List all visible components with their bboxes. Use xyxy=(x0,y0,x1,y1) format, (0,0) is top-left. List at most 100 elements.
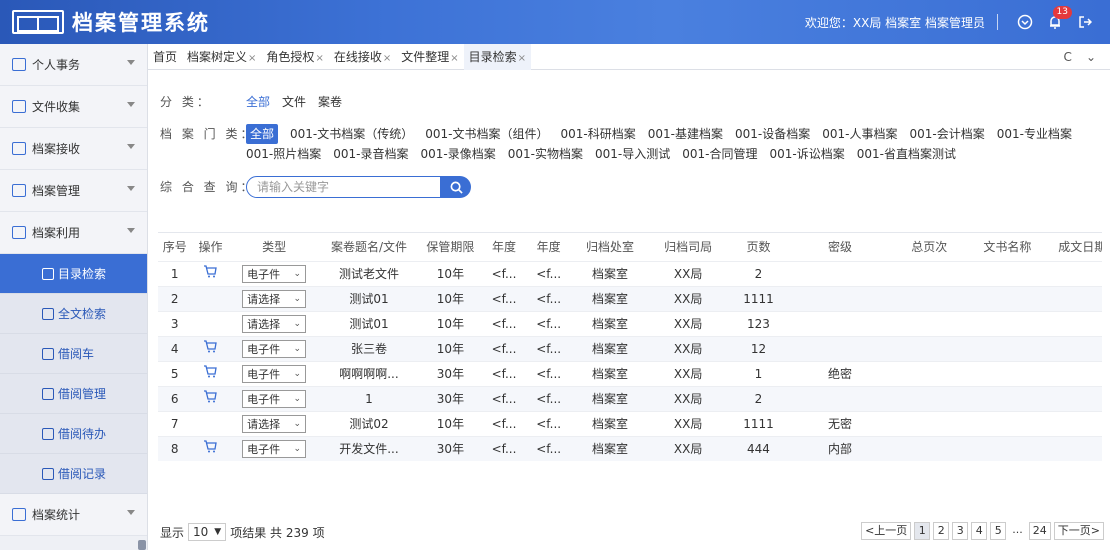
sidebar-subitem-borrow-todo[interactable]: 借阅待办 xyxy=(0,414,147,454)
cell-title: 1 xyxy=(318,385,420,411)
archive-type-option[interactable]: 001-录像档案 xyxy=(421,144,496,164)
type-select[interactable]: 电子件 ⌄ xyxy=(242,389,307,408)
column-header[interactable]: 年度 xyxy=(481,233,527,261)
add-to-cart-icon[interactable] xyxy=(203,340,218,357)
close-icon[interactable]: × xyxy=(518,53,526,64)
logout-icon[interactable] xyxy=(1076,13,1094,31)
archive-type-option[interactable]: 001-科研档案 xyxy=(561,124,636,144)
column-header[interactable]: 密级 xyxy=(789,233,891,261)
tab-file-organize[interactable]: 文件整理× xyxy=(396,44,463,70)
settings-circle-icon[interactable] xyxy=(1016,13,1034,31)
close-icon[interactable]: × xyxy=(248,53,256,64)
column-header[interactable]: 归档处室 xyxy=(570,233,650,261)
next-page-button[interactable]: 下一页> xyxy=(1053,522,1104,540)
archive-type-option[interactable]: 001-实物档案 xyxy=(508,144,583,164)
tab-role-auth[interactable]: 角色授权× xyxy=(261,44,328,70)
archive-type-option[interactable]: 001-设备档案 xyxy=(735,124,810,144)
archive-type-option[interactable]: 001-文书档案（组件） xyxy=(425,124,548,144)
table-row[interactable]: 2 请选择 ⌄ 测试01 10年 <f... <f... 档案室 XX局 1111 xyxy=(158,285,1102,311)
column-header[interactable]: 类型 xyxy=(229,233,319,261)
sidebar-subitem-catalog-search[interactable]: 目录检索 xyxy=(0,254,147,294)
sidebar-subitem-fulltext-search[interactable]: 全文检索 xyxy=(0,294,147,334)
tab-label: 首页 xyxy=(153,49,178,64)
table-row[interactable]: 1 电子件 ⌄ 测试老文件 10年 <f... <f... 档案室 XX局 2 xyxy=(158,260,1102,286)
add-to-cart-icon[interactable] xyxy=(203,365,218,382)
type-select[interactable]: 电子件 ⌄ xyxy=(242,339,307,358)
search-input[interactable] xyxy=(246,176,441,198)
page-button[interactable]: 1 xyxy=(914,522,931,540)
last-page-button[interactable]: 24 xyxy=(1028,522,1051,540)
sidebar-item-receive[interactable]: 档案接收 xyxy=(0,128,147,170)
sidebar-item-use[interactable]: 档案利用 xyxy=(0,212,147,254)
column-header[interactable]: 总页次 xyxy=(890,233,969,261)
column-header[interactable]: 年度 xyxy=(526,233,571,261)
table-row[interactable]: 4 电子件 ⌄ 张三卷 10年 <f... <f... 档案室 XX局 12 xyxy=(158,335,1102,361)
page-button[interactable]: 4 xyxy=(971,522,988,540)
tab-online-receive[interactable]: 在线接收× xyxy=(329,44,396,70)
archive-type-option[interactable]: 001-人事档案 xyxy=(822,124,897,144)
archive-type-option[interactable]: 001-基建档案 xyxy=(648,124,723,144)
column-header[interactable]: 操作 xyxy=(191,233,230,261)
table-row[interactable]: 5 电子件 ⌄ 啊啊啊啊... 30年 <f... <f... 档案室 XX局 1 绝密 xyxy=(158,360,1102,386)
archive-type-option[interactable]: 001-省直档案测试 xyxy=(857,144,956,164)
column-header[interactable]: 文书名称 xyxy=(968,233,1047,261)
column-header[interactable]: 案卷题名/文件 xyxy=(318,233,420,261)
column-header[interactable]: 序号 xyxy=(158,233,192,261)
tab-home[interactable]: 首页 xyxy=(148,44,182,70)
chevron-down-icon[interactable]: ⌄ xyxy=(1086,50,1096,64)
close-icon[interactable]: × xyxy=(383,53,391,64)
sidebar-scrollbar[interactable] xyxy=(138,540,146,550)
category-option[interactable]: 全部 xyxy=(246,92,270,112)
sidebar-subitem-borrow-cart[interactable]: 借阅车 xyxy=(0,334,147,374)
category-option[interactable]: 案卷 xyxy=(318,92,342,112)
cell-pages: 2 xyxy=(727,260,790,286)
page-button[interactable]: 5 xyxy=(990,522,1007,540)
search-button[interactable] xyxy=(441,176,471,198)
page-button[interactable]: 2 xyxy=(933,522,950,540)
sidebar-item-collect[interactable]: 文件收集 xyxy=(0,86,147,128)
add-to-cart-icon[interactable] xyxy=(203,265,218,282)
sidebar-item-manage[interactable]: 档案管理 xyxy=(0,170,147,212)
type-select[interactable]: 请选择 ⌄ xyxy=(242,414,307,433)
type-select[interactable]: 电子件 ⌄ xyxy=(242,364,307,383)
close-icon[interactable]: × xyxy=(450,53,458,64)
archive-type-option[interactable]: 001-诉讼档案 xyxy=(770,144,845,164)
column-header[interactable]: 页数 xyxy=(727,233,790,261)
column-header[interactable]: 成文日期 xyxy=(1046,233,1102,261)
archive-type-option[interactable]: 001-照片档案 xyxy=(246,144,321,164)
archive-type-option[interactable]: 001-专业档案 xyxy=(997,124,1072,144)
archive-type-option[interactable]: 001-导入测试 xyxy=(595,144,670,164)
archive-type-option[interactable]: 001-会计档案 xyxy=(910,124,985,144)
page-size-select[interactable]: 10 ▼ xyxy=(188,523,227,541)
add-to-cart-icon[interactable] xyxy=(203,440,218,457)
type-select[interactable]: 电子件 ⌄ xyxy=(242,439,307,458)
category-option[interactable]: 文件 xyxy=(282,92,306,112)
sidebar-item-personal[interactable]: 个人事务 xyxy=(0,44,147,86)
tab-archive-tree[interactable]: 档案树定义× xyxy=(182,44,261,70)
table-row[interactable]: 3 请选择 ⌄ 测试01 10年 <f... <f... 档案室 XX局 123 xyxy=(158,310,1102,336)
column-header[interactable]: 保管期限 xyxy=(419,233,482,261)
type-select[interactable]: 请选择 ⌄ xyxy=(242,289,307,308)
page-button[interactable]: 3 xyxy=(952,522,969,540)
archive-type-option[interactable]: 全部 xyxy=(246,124,279,144)
tab-catalog-search[interactable]: 目录检索× xyxy=(463,43,532,70)
close-icon[interactable]: × xyxy=(315,53,323,64)
prev-page-button[interactable]: <上一页 xyxy=(861,522,912,540)
archive-type-option[interactable]: 001-文书档案（传统） xyxy=(290,124,413,144)
sidebar-item-statistics[interactable]: 档案统计 xyxy=(0,494,147,536)
type-select[interactable]: 电子件 ⌄ xyxy=(242,264,307,283)
add-to-cart-icon[interactable] xyxy=(203,390,218,407)
archive-type-option[interactable]: 001-录音档案 xyxy=(333,144,408,164)
refresh-icon[interactable]: C xyxy=(1064,50,1072,64)
table-row[interactable]: 7 请选择 ⌄ 测试02 10年 <f... <f... 档案室 XX局 1111 无密 xyxy=(158,410,1102,436)
bell-icon[interactable]: 13 xyxy=(1046,6,1072,31)
sidebar-subitem-borrow-history[interactable]: 借阅记录 xyxy=(0,454,147,494)
archive-type-option[interactable]: 001-合同管理 xyxy=(682,144,757,164)
type-select[interactable]: 请选择 ⌄ xyxy=(242,314,307,333)
column-header[interactable]: 归档司局 xyxy=(649,233,728,261)
cell-no: 3 xyxy=(158,310,192,336)
sidebar-subitem-borrow-manage[interactable]: 借阅管理 xyxy=(0,374,147,414)
results-table-container[interactable]: 序号 操作 类型 案卷题名/文件 保管期限 年度 年度 归档处室 归档司局 页数 密级 总页次 文书名称… xyxy=(158,232,1102,512)
table-row[interactable]: 8 电子件 ⌄ 开发文件... 30年 <f... <f... 档案室 XX局 444 内部 xyxy=(158,435,1102,461)
table-row[interactable]: 6 电子件 ⌄ 1 30年 <f... <f... 档案室 XX局 2 xyxy=(158,385,1102,411)
